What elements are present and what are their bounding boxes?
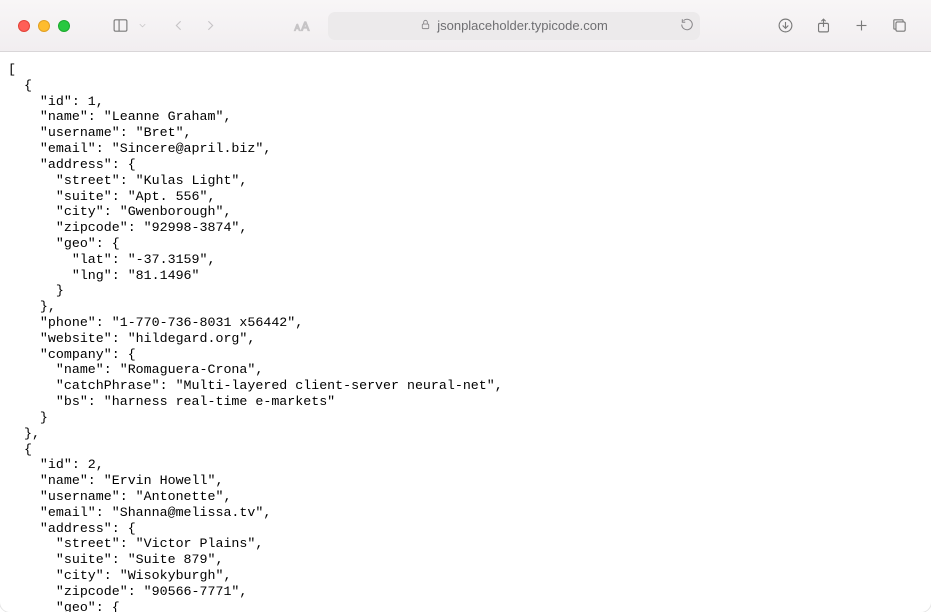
forward-button[interactable] (196, 12, 224, 40)
address-bar[interactable]: jsonplaceholder.typicode.com (328, 12, 700, 40)
window-close-button[interactable] (18, 20, 30, 32)
svg-text:A: A (301, 19, 309, 33)
back-button[interactable] (164, 12, 192, 40)
tab-overview-button[interactable] (885, 12, 913, 40)
json-response-body[interactable]: [ { "id": 1, "name": "Leanne Graham", "u… (0, 52, 931, 612)
svg-text:A: A (295, 23, 301, 32)
window-controls (18, 20, 70, 32)
browser-titlebar: A A jsonplaceholder.typicode.com (0, 0, 931, 52)
new-tab-button[interactable] (847, 12, 875, 40)
sidebar-menu-chevron-icon[interactable] (134, 12, 150, 40)
address-bar-domain: jsonplaceholder.typicode.com (437, 18, 608, 33)
sidebar-toggle-button[interactable] (106, 12, 134, 40)
downloads-button[interactable] (771, 12, 799, 40)
window-zoom-button[interactable] (58, 20, 70, 32)
lock-icon (420, 18, 431, 33)
text-size-button[interactable]: A A (288, 12, 316, 40)
reload-button[interactable] (680, 17, 694, 34)
window-minimize-button[interactable] (38, 20, 50, 32)
share-button[interactable] (809, 12, 837, 40)
